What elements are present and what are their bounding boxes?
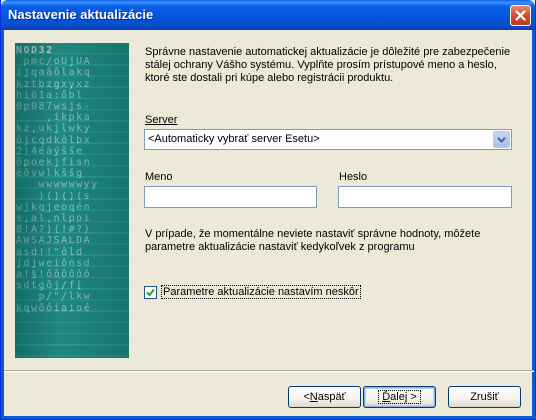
banner-text-line: sdtgôj/f[ [16, 280, 84, 292]
server-dropdown-button[interactable] [493, 131, 510, 148]
banner-text-line [16, 314, 128, 325]
banner-text-line: 8!A?)(!#?) [16, 224, 92, 236]
password-field[interactable] [338, 186, 512, 208]
banner-text-line: ôpoekjfisn [16, 157, 92, 169]
back-button-rest: aspäť [317, 391, 346, 403]
banner-text-line: 2)4éäýšše [16, 145, 84, 157]
back-button-hotkey: N [309, 391, 318, 403]
server-select[interactable]: <Automaticky vybrať server Esetu> [144, 129, 512, 150]
note-text: V prípade, že momentálne neviete nastavi… [145, 228, 481, 253]
banner-text-line: ijqaâôlakq [16, 67, 92, 79]
back-button[interactable]: < Naspäť [288, 386, 361, 408]
banner-text-line [16, 325, 128, 336]
banner-text-line: AWSAJSALDA [16, 235, 92, 247]
banner-text-line: pmc/oUjUA [16, 56, 92, 68]
banner-text-line: éôvwlkššg [16, 168, 84, 180]
banner-text-line: 0p087wsjs- [16, 101, 92, 113]
button-separator [4, 370, 534, 372]
close-button[interactable] [510, 5, 531, 26]
window-title: Nastavenie aktualizácie [8, 7, 154, 22]
next-button-rest: alej > [390, 391, 417, 403]
banner-text-line: kz,ukjlwky [16, 123, 92, 135]
banner-text-line: wwwwwwyy [16, 179, 99, 191]
title-bar[interactable]: Nastavenie aktualizácie [1, 0, 535, 30]
banner-text-line: ôjcqdkôlbx [16, 134, 92, 146]
cancel-button[interactable]: Zrušiť [448, 386, 521, 408]
server-label: Server [145, 114, 177, 126]
server-select-value: <Automaticky vybrať server Esetu> [148, 133, 320, 145]
banner-character-grid: NOD32 pmc/oUjUA ijqaâôlakq kztbzgxyxz hiö1a… [15, 43, 129, 358]
next-button[interactable]: Ďalej > [363, 386, 436, 408]
close-icon [515, 10, 526, 21]
configure-later-checkbox[interactable] [144, 285, 157, 299]
password-label: Heslo [339, 171, 368, 183]
window-frame-bottom [1, 416, 536, 419]
setup-dialog: Nastavenie aktualizácie NOD32 pmc/oUjUA i… [0, 0, 536, 420]
username-label: Meno [145, 171, 173, 183]
checkmark-icon [146, 288, 155, 296]
intro-text: Správne nastavenie automatickej aktualiz… [145, 46, 511, 84]
banner-text-line: kqwôôiaioé [16, 302, 92, 314]
configure-later-label[interactable]: Parametre aktualizácie nastavím neskôr [161, 285, 361, 299]
username-field[interactable] [144, 186, 317, 208]
window-frame-left [1, 30, 4, 419]
window-frame-right [532, 30, 535, 419]
banner-text-line: asd!!"ôld [16, 246, 84, 258]
next-button-label: Ďalej > [378, 390, 421, 404]
banner-brand-text: NOD32 [16, 45, 54, 56]
banner-text-line: s,al,nlpoi [16, 213, 92, 225]
banner-text-line [16, 347, 128, 358]
banner-text-line: jdjweiônsd [16, 257, 92, 269]
banner-text-line: a!§!ôôôôôô [16, 269, 92, 281]
next-button-hotkey: Ď [382, 391, 391, 403]
configure-later-option[interactable]: Parametre aktualizácie nastavím neskôr [144, 285, 361, 299]
banner-text-line: )()()(s [16, 190, 92, 202]
server-label-text: Server [145, 114, 178, 126]
banner-text-line: ,ikpka [16, 112, 92, 124]
banner-text-line: kztbzgxyxz [16, 78, 92, 90]
banner-text-line [16, 336, 128, 347]
banner-text-line: hiö1a:ôbl [16, 89, 84, 101]
chevron-down-icon [497, 136, 506, 143]
banner-text-line: wjkqjeoqén [16, 201, 92, 213]
nod32-banner-image: NOD32 pmc/oUjUA ijqaâôlakq kztbzgxyxz hiö1a… [15, 43, 129, 358]
banner-text-line: p/"/lkw [16, 291, 92, 303]
